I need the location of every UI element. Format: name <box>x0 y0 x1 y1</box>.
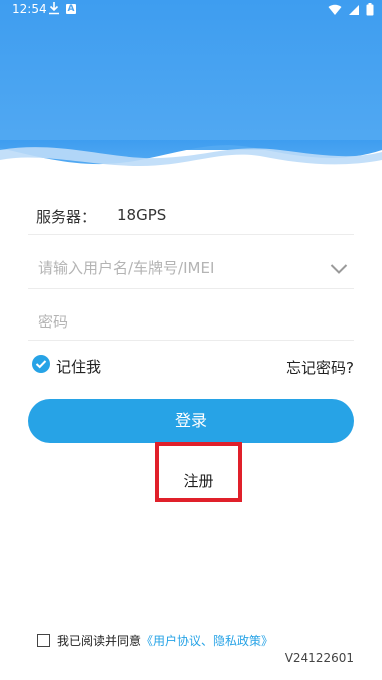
status-bar: 12:54 A <box>0 0 382 20</box>
password-input[interactable] <box>36 312 320 332</box>
password-row <box>28 302 354 341</box>
agreement-checkbox[interactable] <box>37 634 50 647</box>
register-button[interactable]: 注册 <box>155 442 242 502</box>
forgot-password-link[interactable]: 忘记密码? <box>286 357 354 378</box>
version-label: V24122601 <box>284 651 354 665</box>
app-notification-icon: A <box>66 4 76 14</box>
wifi-icon <box>328 4 342 19</box>
server-value: 18GPS <box>117 206 167 224</box>
signal-icon <box>348 4 360 19</box>
agreement-row: 我已阅读并同意 《用户协议、隐私政策》 <box>37 632 273 649</box>
agreement-text: 我已阅读并同意 <box>57 634 142 648</box>
header-wave <box>0 0 382 166</box>
login-button[interactable]: 登录 <box>28 399 354 443</box>
remember-me-checkbox[interactable]: 记住我 <box>32 355 101 377</box>
register-label: 注册 <box>183 472 214 490</box>
agreement-link[interactable]: 《用户协议、隐私政策》 <box>141 632 273 649</box>
check-circle-icon[interactable] <box>32 355 50 377</box>
chevron-down-icon[interactable] <box>330 260 348 279</box>
battery-icon <box>366 3 374 19</box>
download-icon <box>48 1 60 18</box>
status-time: 12:54 <box>12 2 47 16</box>
server-label: 服务器： <box>36 208 97 226</box>
username-input[interactable] <box>36 258 320 278</box>
remember-me-label: 记住我 <box>56 357 102 376</box>
server-row[interactable]: 服务器： 18GPS <box>28 196 354 235</box>
username-row <box>28 248 354 289</box>
